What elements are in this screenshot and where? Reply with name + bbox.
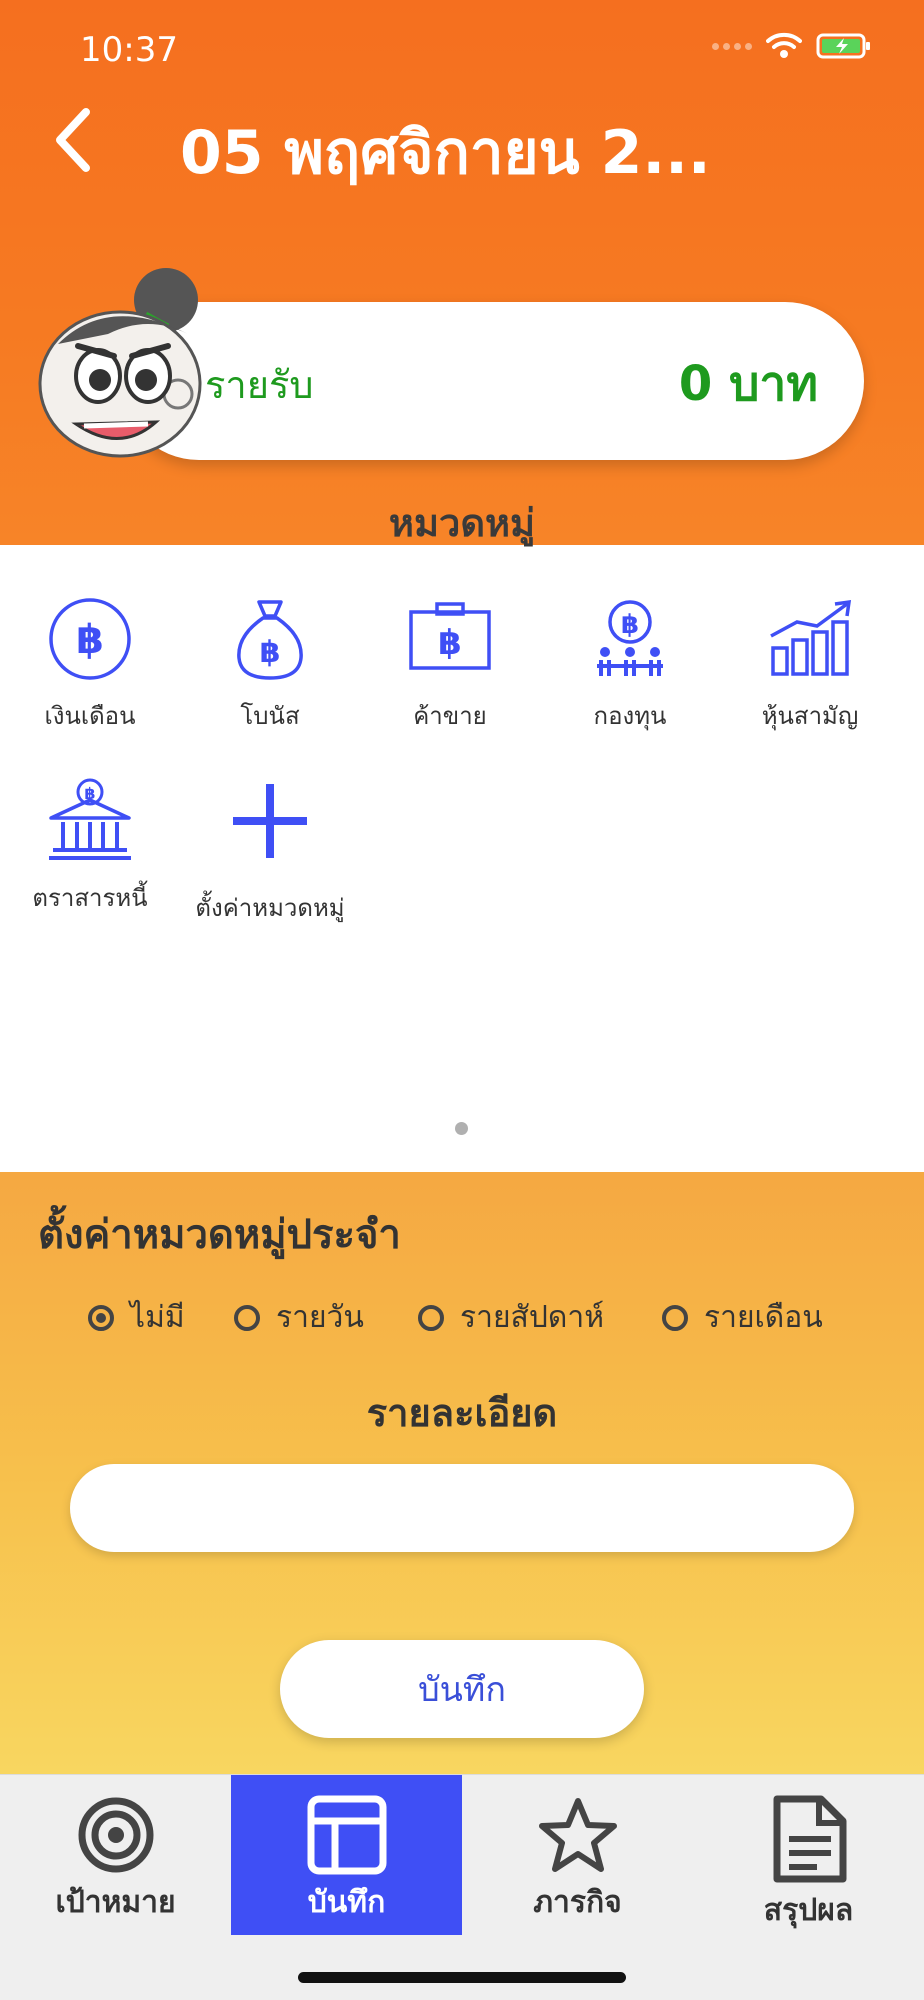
category-bonds[interactable]: ฿ ตราสารหนี้ xyxy=(0,778,180,917)
bank-icon: ฿ xyxy=(49,778,131,860)
radio-none[interactable]: ไม่มี xyxy=(88,1294,185,1341)
category-label: โบนัส xyxy=(240,702,300,730)
mascot-avatar xyxy=(38,268,202,458)
radio-label: รายเดือน xyxy=(704,1300,823,1335)
target-icon xyxy=(78,1797,153,1873)
radio-label: รายวัน xyxy=(276,1300,364,1335)
tab-label: สรุปผล xyxy=(763,1893,854,1928)
document-icon xyxy=(773,1795,846,1883)
category-stocks[interactable]: หุ้นสามัญ xyxy=(720,596,900,735)
recurring-panel: ตั้งค่าหมวดหมู่ประจำ ไม่มี รายวัน รายสัป… xyxy=(0,1172,924,1774)
svg-text:฿: ฿ xyxy=(76,617,104,663)
detail-label: รายละเอียด xyxy=(366,1391,558,1435)
battery-icon xyxy=(816,33,870,59)
page-indicator xyxy=(455,1122,468,1135)
income-summary: รายรับ 0 บาท xyxy=(120,302,864,460)
tab-goals[interactable]: เป้าหมาย xyxy=(0,1775,231,1935)
page-title: 05 พฤศจิกายน 2... xyxy=(180,118,711,188)
radio-button xyxy=(234,1304,260,1331)
recurring-title: ตั้งค่าหมวดหมู่ประจำ xyxy=(38,1212,401,1258)
save-button[interactable]: บันทึก xyxy=(280,1640,644,1738)
tab-record[interactable]: บันทึก xyxy=(231,1775,462,1935)
detail-input[interactable] xyxy=(70,1464,854,1552)
tab-summary[interactable]: สรุปผล xyxy=(693,1775,924,1935)
radio-button xyxy=(418,1304,444,1331)
tab-label: บันทึก xyxy=(307,1885,386,1920)
radio-button xyxy=(662,1304,688,1331)
tab-bar: เป้าหมาย บันทึก ภารกิจ สรุปผล xyxy=(0,1774,924,2000)
back-button[interactable] xyxy=(46,100,106,180)
category-label: ค้าขาย xyxy=(413,702,487,730)
signal-icon xyxy=(712,42,752,50)
svg-text:฿: ฿ xyxy=(260,635,281,670)
status-icons xyxy=(712,32,872,60)
status-time: 10:37 xyxy=(80,30,178,70)
radio-monthly[interactable]: รายเดือน xyxy=(662,1294,823,1341)
plus-icon xyxy=(233,784,307,858)
stock-chart-icon xyxy=(770,599,852,676)
category-label: ตราสารหนี้ xyxy=(32,884,148,912)
category-trade[interactable]: ฿ ค้าขาย xyxy=(360,596,540,735)
tab-label: เป้าหมาย xyxy=(55,1885,176,1920)
money-bag-icon: ฿ xyxy=(237,600,303,680)
radio-button xyxy=(88,1304,114,1331)
category-bonus[interactable]: ฿ โบนัส xyxy=(180,596,360,735)
radio-weekly[interactable]: รายสัปดาห์ xyxy=(418,1294,604,1341)
fund-group-icon: ฿ xyxy=(597,600,663,676)
category-salary[interactable]: ฿ เงินเดือน xyxy=(0,596,180,735)
category-heading: หมวดหมู่ xyxy=(388,501,536,545)
layout-icon xyxy=(307,1795,386,1875)
category-settings[interactable]: ตั้งค่าหมวดหมู่ xyxy=(180,778,360,927)
category-fund[interactable]: ฿ กองทุน xyxy=(540,596,720,735)
income-label: รายรับ xyxy=(205,363,314,407)
chevron-left-icon xyxy=(56,108,90,172)
category-label: หุ้นสามัญ xyxy=(761,702,859,730)
header: 10:37 05 พฤศจิกายน 2... รายรับ 0 บาท หมว… xyxy=(0,0,924,545)
baht-coin-icon: ฿ xyxy=(49,598,131,680)
category-label: กองทุน xyxy=(593,702,667,730)
category-label: เงินเดือน xyxy=(44,702,136,730)
radio-label: ไม่มี xyxy=(130,1300,185,1335)
star-icon xyxy=(538,1798,617,1872)
tab-missions[interactable]: ภารกิจ xyxy=(462,1775,693,1935)
svg-text:฿: ฿ xyxy=(438,623,462,663)
baht-briefcase-icon: ฿ xyxy=(409,602,491,670)
home-indicator xyxy=(298,1972,626,1983)
radio-daily[interactable]: รายวัน xyxy=(234,1294,364,1341)
income-value: 0 บาท xyxy=(678,356,818,412)
svg-text:฿: ฿ xyxy=(621,610,639,640)
category-label: ตั้งค่าหมวดหมู่ xyxy=(195,894,345,922)
wifi-icon xyxy=(766,32,802,58)
tab-label: ภารกิจ xyxy=(533,1885,622,1920)
radio-label: รายสัปดาห์ xyxy=(460,1300,604,1335)
